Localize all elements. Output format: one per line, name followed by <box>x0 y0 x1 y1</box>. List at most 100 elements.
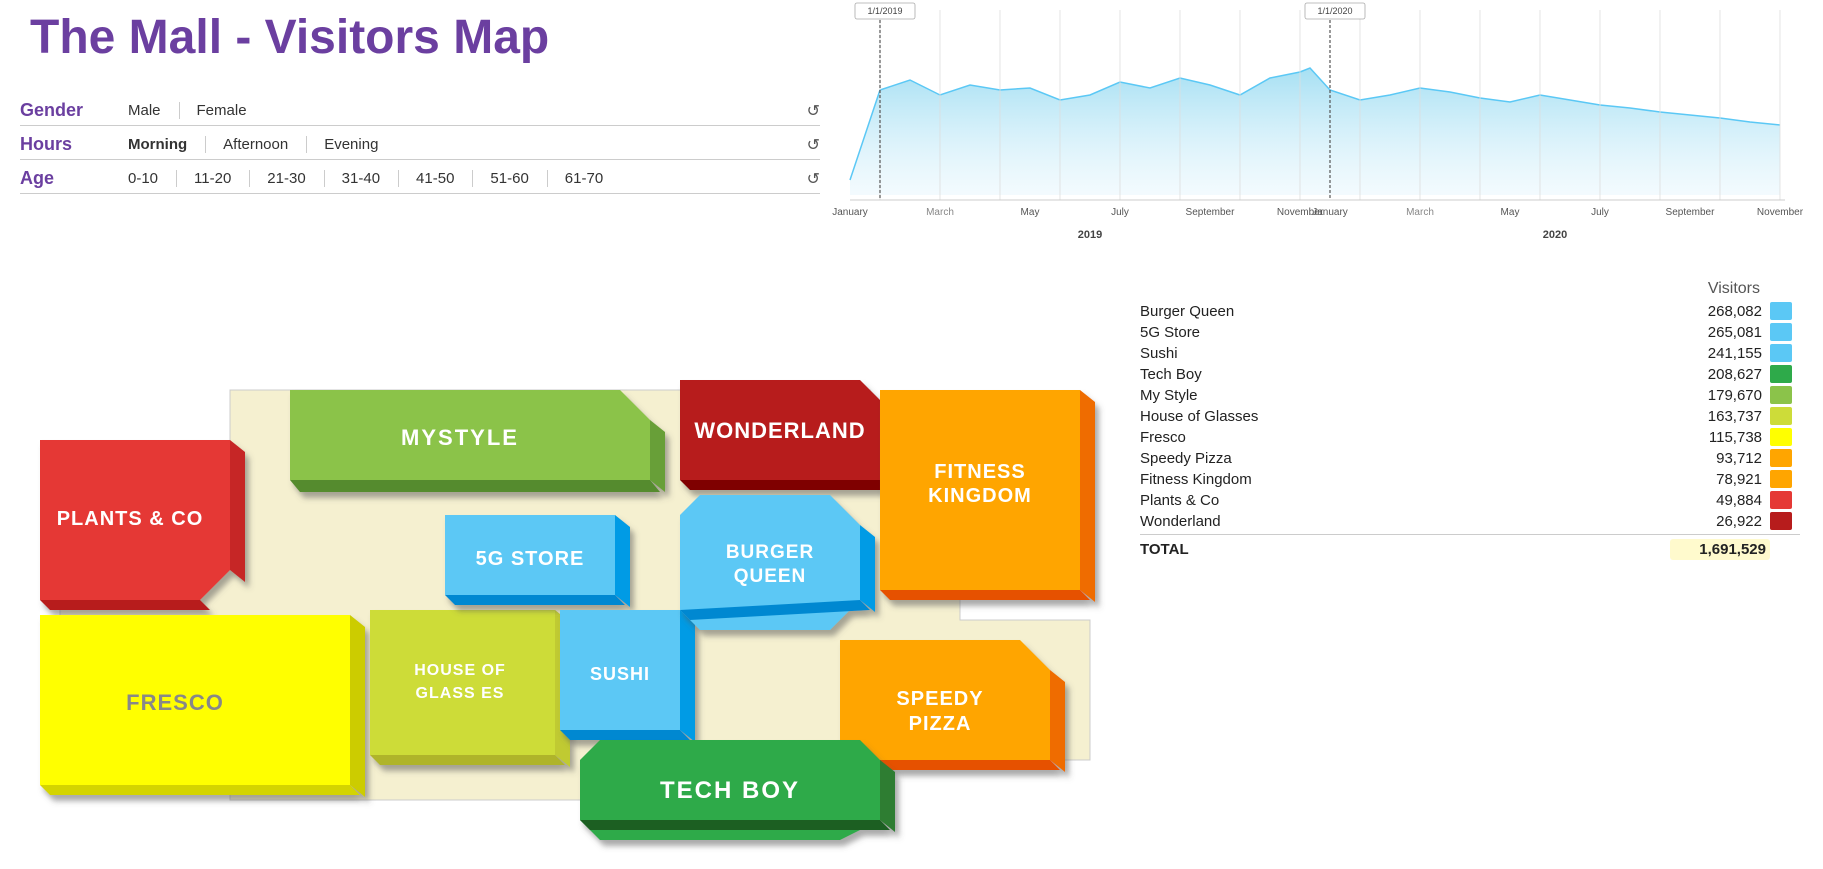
legend-color-indicator <box>1770 470 1800 488</box>
hours-option-morning[interactable]: Morning <box>110 134 205 155</box>
legend-store-name: 5G Store <box>1140 324 1670 341</box>
store-5g[interactable]: 5G STORE <box>445 515 630 607</box>
legend-color-indicator <box>1770 428 1800 446</box>
gender-filter-label: Gender <box>20 100 110 121</box>
store-plants-co[interactable]: PLANTS & CO <box>40 440 245 610</box>
legend-store-name: Fitness Kingdom <box>1140 471 1670 488</box>
legend-row: Wonderland 26,922 <box>1140 512 1800 530</box>
legend-color-indicator <box>1770 323 1800 341</box>
svg-text:GLASS ES: GLASS ES <box>416 685 505 702</box>
svg-text:2019: 2019 <box>1078 229 1102 241</box>
legend-store-name: Speedy Pizza <box>1140 450 1670 467</box>
legend-color-box <box>1770 386 1792 404</box>
legend-total-row: TOTAL 1,691,529 <box>1140 534 1800 560</box>
legend-row: Speedy Pizza 93,712 <box>1140 449 1800 467</box>
legend-color-indicator <box>1770 449 1800 467</box>
legend-row: House of Glasses 163,737 <box>1140 407 1800 425</box>
legend-color-indicator <box>1770 302 1800 320</box>
gender-reset-button[interactable]: ↺ <box>807 101 820 121</box>
store-fitness-kingdom[interactable]: FITNESS KINGDOM <box>880 390 1095 602</box>
svg-text:January: January <box>832 207 868 218</box>
svg-text:September: September <box>1186 207 1236 218</box>
legend-color-box <box>1770 449 1792 467</box>
svg-text:KINGDOM: KINGDOM <box>928 485 1032 507</box>
hours-option-afternoon[interactable]: Afternoon <box>205 134 306 155</box>
store-wonderland[interactable]: WONDERLAND <box>680 380 895 492</box>
svg-text:BURGER: BURGER <box>726 542 814 563</box>
svg-text:1/1/2019: 1/1/2019 <box>867 6 902 16</box>
legend-store-name: My Style <box>1140 387 1670 404</box>
age-options: 0-10 11-20 21-30 31-40 41-50 51-60 61-70 <box>110 168 799 189</box>
legend-store-name: House of Glasses <box>1140 408 1670 425</box>
store-sushi[interactable]: SUSHI <box>560 610 695 742</box>
legend-row: Tech Boy 208,627 <box>1140 365 1800 383</box>
gender-options: Male Female <box>110 100 799 121</box>
age-option-61-70[interactable]: 61-70 <box>547 168 621 189</box>
svg-text:SPEEDY: SPEEDY <box>896 688 983 710</box>
svg-text:5G STORE: 5G STORE <box>476 548 585 570</box>
svg-text:QUEEN: QUEEN <box>734 566 807 587</box>
legend-store-value: 93,712 <box>1670 450 1770 467</box>
legend-store-value: 49,884 <box>1670 492 1770 509</box>
legend-total-label: TOTAL <box>1140 541 1670 558</box>
svg-text:MYSTYLE: MYSTYLE <box>401 425 519 450</box>
store-mystyle[interactable]: MYSTYLE <box>290 390 665 492</box>
legend-color-indicator <box>1770 365 1800 383</box>
legend-store-value: 241,155 <box>1670 345 1770 362</box>
legend-row: Burger Queen 268,082 <box>1140 302 1800 320</box>
store-tech-boy[interactable]: TECH BOY <box>580 740 895 840</box>
legend-store-value: 268,082 <box>1670 303 1770 320</box>
hours-reset-button[interactable]: ↺ <box>807 135 820 155</box>
svg-text:March: March <box>926 207 954 218</box>
age-option-11-20[interactable]: 11-20 <box>176 168 249 189</box>
legend-color-box <box>1770 491 1792 509</box>
legend-store-value: 163,737 <box>1670 408 1770 425</box>
legend-color-box <box>1770 470 1792 488</box>
hours-option-evening[interactable]: Evening <box>306 134 396 155</box>
store-burger-queen[interactable]: BURGER QUEEN <box>680 495 875 630</box>
svg-text:May: May <box>1021 207 1040 218</box>
svg-text:July: July <box>1111 207 1129 218</box>
legend-store-name: Sushi <box>1140 345 1670 362</box>
store-fresco[interactable]: FRESCO <box>40 615 365 797</box>
legend-store-name: Burger Queen <box>1140 303 1670 320</box>
legend-store-value: 78,921 <box>1670 471 1770 488</box>
svg-text:1/1/2020: 1/1/2020 <box>1317 6 1352 16</box>
store-house-of-glasses[interactable]: HOUSE OF GLASS ES <box>370 610 570 767</box>
legend-store-name: Fresco <box>1140 429 1670 446</box>
legend-row: Plants & Co 49,884 <box>1140 491 1800 509</box>
age-option-51-60[interactable]: 51-60 <box>472 168 546 189</box>
legend-color-indicator <box>1770 386 1800 404</box>
legend-store-value: 115,738 <box>1670 429 1770 446</box>
legend-store-value: 265,081 <box>1670 324 1770 341</box>
legend-rows: Burger Queen 268,082 5G Store 265,081 Su… <box>1140 302 1800 560</box>
svg-text:FITNESS: FITNESS <box>934 461 1025 483</box>
svg-text:2020: 2020 <box>1543 229 1567 241</box>
legend-color-indicator <box>1770 344 1800 362</box>
svg-text:May: May <box>1501 207 1520 218</box>
svg-text:July: July <box>1591 207 1609 218</box>
legend-color-indicator <box>1770 512 1800 530</box>
legend-row: My Style 179,670 <box>1140 386 1800 404</box>
age-filter-label: Age <box>20 168 110 189</box>
svg-text:March: March <box>1406 207 1434 218</box>
age-option-41-50[interactable]: 41-50 <box>398 168 472 189</box>
page-title: The Mall - Visitors Map <box>30 10 549 65</box>
gender-option-female[interactable]: Female <box>179 100 265 121</box>
legend-store-name: Tech Boy <box>1140 366 1670 383</box>
svg-text:PIZZA: PIZZA <box>909 713 972 735</box>
svg-text:PLANTS & CO: PLANTS & CO <box>57 508 204 530</box>
age-option-31-40[interactable]: 31-40 <box>324 168 398 189</box>
legend-color-box <box>1770 344 1792 362</box>
legend-row: Sushi 241,155 <box>1140 344 1800 362</box>
svg-text:TECH BOY: TECH BOY <box>660 777 800 804</box>
age-option-0-10[interactable]: 0-10 <box>110 168 176 189</box>
legend-total-value: 1,691,529 <box>1670 539 1770 560</box>
age-reset-button[interactable]: ↺ <box>807 169 820 189</box>
legend-panel: Visitors Burger Queen 268,082 5G Store 2… <box>1140 280 1800 563</box>
legend-color-indicator <box>1770 491 1800 509</box>
store-speedy-pizza[interactable]: SPEEDY PIZZA <box>840 640 1065 772</box>
mall-map: PLANTS & CO FRESCO MYSTYLE HOUSE OF GLAS… <box>0 280 1130 860</box>
age-option-21-30[interactable]: 21-30 <box>249 168 323 189</box>
gender-option-male[interactable]: Male <box>110 100 179 121</box>
